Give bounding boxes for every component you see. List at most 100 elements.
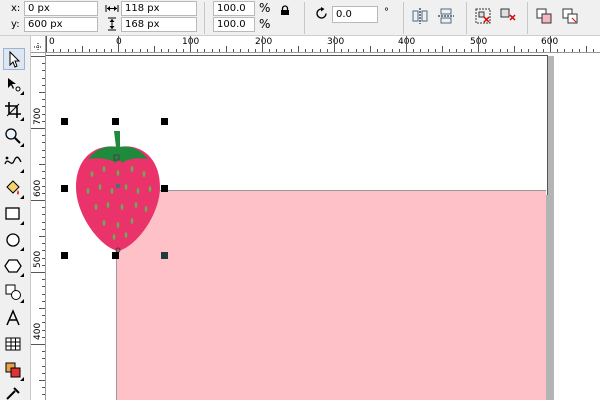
scale-x-field[interactable]: 100.0: [213, 1, 255, 16]
ruler-tick: [42, 279, 45, 281]
ruler-tick: [42, 372, 45, 374]
mirror-vertical-icon[interactable]: [438, 8, 454, 24]
mirror-horizontal-icon[interactable]: [412, 8, 428, 24]
height-field[interactable]: 168 px: [121, 17, 197, 32]
width-field[interactable]: 118 px: [121, 1, 197, 16]
selection-handle-bottom-left[interactable]: [61, 252, 68, 259]
ruler-tick: [125, 49, 127, 52]
selection-handle-top-left[interactable]: [61, 118, 68, 125]
ruler-tick: [211, 49, 213, 52]
pick-tool-button[interactable]: [3, 48, 25, 70]
text-tool-button[interactable]: [3, 308, 25, 330]
strawberry-seed: [124, 232, 128, 238]
horizontal-ruler[interactable]: 0 0 100 200 300 400 500 600: [46, 36, 600, 53]
ruler-tick: [42, 70, 45, 72]
ruler-tick: [42, 250, 45, 252]
polygon-tool-button[interactable]: [3, 256, 25, 278]
y-label: y:: [11, 19, 20, 30]
ruler-tick: [384, 49, 386, 52]
rectangle-tool-button[interactable]: [3, 204, 25, 226]
drawing-canvas[interactable]: [46, 53, 600, 400]
rotate-icon: [316, 7, 327, 19]
ruler-tick: [290, 49, 292, 52]
vertical-ruler[interactable]: 700 600 500 400: [31, 53, 46, 400]
ruler-tick: [406, 36, 407, 52]
break-apart-icon[interactable]: [562, 8, 578, 24]
ruler-tick: [31, 272, 45, 273]
strawberry-seed: [120, 204, 124, 210]
basic-shapes-tool-button[interactable]: [3, 282, 25, 304]
ruler-tick: [67, 49, 69, 52]
group-icon[interactable]: [475, 8, 491, 24]
ruler-origin-corner[interactable]: [31, 36, 46, 53]
ruler-tick: [42, 228, 45, 230]
ruler-tick: [463, 49, 465, 52]
scale-y-field[interactable]: 100.0: [213, 17, 255, 32]
selection-handle-middle-left[interactable]: [61, 185, 68, 192]
ruler-tick: [39, 308, 45, 309]
selection-handle-top-center[interactable]: [112, 118, 119, 125]
strawberry-seed: [102, 220, 106, 226]
ruler-tick: [42, 300, 45, 302]
ruler-tick: [146, 49, 148, 52]
ruler-tick: [485, 49, 487, 52]
ruler-tick: [42, 135, 45, 137]
interactive-fill-tool-button[interactable]: [3, 360, 25, 382]
ruler-tick: [110, 49, 112, 52]
ruler-tick: [398, 49, 400, 52]
ruler-tick: [197, 49, 199, 52]
selection-handle-middle-right[interactable]: [161, 185, 168, 192]
strawberry-seed: [134, 202, 138, 208]
ruler-tick: [391, 49, 393, 52]
combine-icon[interactable]: [536, 8, 552, 24]
ruler-tick: [442, 46, 443, 52]
ruler-tick: [60, 49, 62, 52]
ruler-tick: [53, 49, 55, 52]
pink-rectangle[interactable]: [116, 190, 546, 400]
ruler-tick: [262, 36, 263, 52]
ruler-tick: [204, 49, 206, 52]
ellipse-tool-button[interactable]: [3, 230, 25, 252]
ruler-tick: [42, 387, 45, 389]
ruler-tick: [514, 46, 515, 52]
separator: [403, 2, 404, 34]
selection-handle-bottom-center[interactable]: [112, 252, 119, 259]
selection-handle-bottom-right[interactable]: [161, 252, 168, 259]
strawberry-seed: [90, 171, 94, 177]
ruler-tick: [528, 49, 530, 52]
rotation-field[interactable]: 0.0: [332, 6, 378, 23]
ruler-tick: [557, 49, 559, 52]
ruler-tick: [370, 46, 371, 52]
freehand-tool-button[interactable]: [3, 152, 25, 174]
strawberry-seed: [130, 218, 134, 224]
strawberry-seed: [102, 166, 106, 172]
lock-ratio-icon[interactable]: [280, 5, 290, 16]
shape-tool-button[interactable]: [3, 74, 25, 96]
ruler-tick: [312, 49, 314, 52]
zoom-tool-button[interactable]: [3, 126, 25, 148]
eyedropper-tool-button[interactable]: [3, 386, 25, 400]
ruler-tick: [42, 99, 45, 101]
ruler-label: 700: [33, 107, 43, 125]
ruler-tick: [492, 49, 494, 52]
ruler-tick: [39, 236, 45, 237]
ruler-tick: [247, 49, 249, 52]
ruler-tick: [449, 49, 451, 52]
selection-handle-top-right[interactable]: [161, 118, 168, 125]
ungroup-icon[interactable]: [500, 8, 516, 24]
ruler-tick: [42, 351, 45, 353]
ruler-tick: [521, 49, 523, 52]
crop-tool-button[interactable]: [3, 100, 25, 122]
ruler-tick: [233, 49, 235, 52]
x-position-field[interactable]: 0 px: [24, 1, 98, 16]
y-position-field[interactable]: 600 px: [24, 17, 98, 32]
ruler-tick: [571, 49, 573, 52]
text-a-icon: [6, 309, 20, 326]
table-tool-button[interactable]: [3, 334, 25, 356]
ruler-tick: [499, 49, 501, 52]
ruler-tick: [434, 49, 436, 52]
ruler-label: 600: [33, 179, 43, 197]
ruler-tick: [42, 142, 45, 144]
strawberry-object[interactable]: [74, 129, 164, 253]
smart-fill-tool-button[interactable]: [3, 178, 25, 200]
